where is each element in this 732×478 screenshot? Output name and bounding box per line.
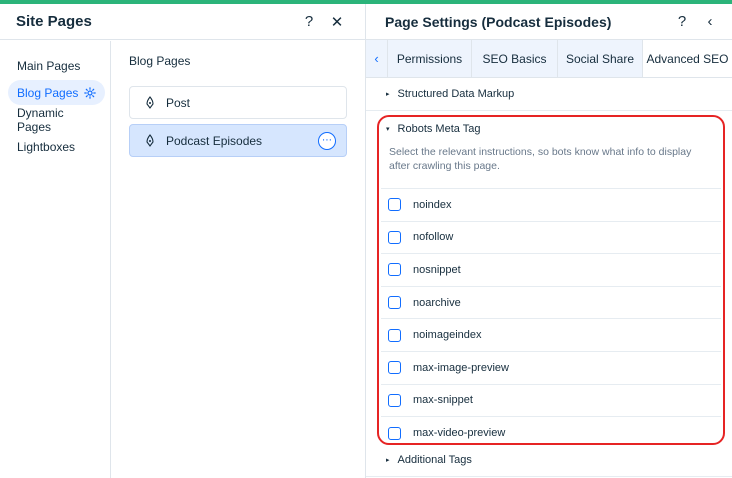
tab-seo-basics[interactable]: SEO Basics	[472, 40, 558, 77]
section-label: Additional Tags	[397, 454, 472, 466]
list-title: Blog Pages	[129, 54, 191, 68]
checkbox[interactable]	[388, 426, 401, 440]
checkbox-label: max-snippet	[413, 394, 473, 407]
checkbox-label: nofollow	[413, 231, 454, 244]
checkbox-row-max-image-preview[interactable]: max-image-preview	[381, 352, 721, 385]
checkbox-row-nofollow[interactable]: nofollow	[381, 222, 721, 255]
close-button[interactable]: ✕	[325, 10, 349, 34]
help-button[interactable]: ?	[670, 10, 694, 34]
checkbox-label: noindex	[413, 198, 452, 211]
page-row-podcast-episodes[interactable]: Podcast Episodes ⋯	[129, 124, 347, 157]
robots-description: Select the relevant instructions, so bot…	[381, 139, 721, 189]
more-actions-button[interactable]: ⋯	[318, 131, 336, 150]
checkbox-label: max-video-preview	[413, 427, 506, 440]
back-button[interactable]: ‹	[698, 10, 722, 34]
expand-arrow-icon: ▸	[386, 457, 390, 464]
checkbox[interactable]	[388, 198, 401, 212]
tab-advanced-seo[interactable]: Advanced SEO	[643, 40, 732, 77]
nav-item-label: Dynamic Pages	[17, 105, 64, 134]
site-pages-header: Site Pages ? ✕	[0, 4, 365, 40]
nav-item-label: Lightboxes	[17, 139, 76, 154]
checkbox[interactable]	[388, 263, 401, 277]
tab-social-share[interactable]: Social Share	[558, 40, 643, 77]
nav-item-label: Main Pages	[17, 58, 81, 73]
checkbox-row-noimageindex[interactable]: noimageindex	[381, 319, 721, 352]
checkbox-row-noarchive[interactable]: noarchive	[381, 287, 721, 320]
section-label: Robots Meta Tag	[397, 123, 481, 135]
tab-permissions[interactable]: Permissions	[388, 40, 472, 77]
checkbox-row-noindex[interactable]: noindex	[381, 189, 721, 222]
nav-item-blog-pages[interactable]: Blog Pages	[8, 80, 106, 105]
checkbox-label: noarchive	[413, 296, 461, 309]
checkbox-row-nosnippet[interactable]: nosnippet	[381, 254, 721, 287]
blog-pages-list: Blog Pages Post Podcast Episodes ⋯	[111, 41, 365, 478]
section-label: Structured Data Markup	[397, 88, 515, 100]
checkbox[interactable]	[388, 361, 401, 375]
nav-item-main-pages[interactable]: Main Pages	[8, 53, 89, 78]
gear-icon[interactable]	[84, 86, 97, 99]
help-button[interactable]: ?	[297, 10, 321, 34]
checkbox-label: noimageindex	[413, 329, 482, 342]
checkbox[interactable]	[388, 296, 401, 310]
pen-nib-icon	[146, 95, 154, 109]
checkbox-label: nosnippet	[413, 263, 461, 276]
checkbox-row-max-snippet[interactable]: max-snippet	[381, 385, 721, 418]
section-structured-data-markup[interactable]: ▸ Structured Data Markup	[366, 78, 732, 111]
page-row-post[interactable]: Post	[129, 86, 347, 119]
collapse-arrow-icon: ▾	[386, 126, 390, 133]
nav-item-lightboxes[interactable]: Lightboxes	[8, 134, 84, 159]
expand-arrow-icon: ▸	[386, 91, 390, 98]
page-label: Podcast Episodes	[166, 133, 263, 148]
site-pages-panel: Site Pages ? ✕ Main Pages Blog Pages Dyn…	[0, 4, 366, 478]
nav-item-label: Blog Pages	[17, 85, 79, 100]
section-additional-tags[interactable]: ▸ Additional Tags	[366, 444, 732, 477]
tabs-scroll-left-button[interactable]: ‹	[366, 40, 388, 77]
checkbox[interactable]	[388, 230, 401, 244]
page-label: Post	[166, 95, 191, 110]
page-type-nav: Main Pages Blog Pages Dynamic Pages Ligh…	[0, 41, 111, 478]
checkbox[interactable]	[388, 393, 401, 407]
page-settings-header: Page Settings (Podcast Episodes) ? ‹	[366, 4, 732, 40]
site-pages-title: Site Pages	[16, 13, 92, 30]
robots-meta-tag-header[interactable]: ▾ Robots Meta Tag	[379, 117, 723, 139]
settings-tabs: ‹ Permissions SEO Basics Social Share Ad…	[366, 40, 732, 78]
page-settings-panel: Page Settings (Podcast Episodes) ? ‹ ‹ P…	[366, 4, 732, 478]
pen-nib-icon	[146, 133, 154, 147]
robots-meta-tag-section: ▾ Robots Meta Tag Select the relevant in…	[377, 115, 725, 445]
checkbox-label: max-image-preview	[413, 361, 509, 374]
nav-item-dynamic-pages[interactable]: Dynamic Pages	[8, 105, 110, 134]
additional-tags-wrapper: ▸ Additional Tags	[366, 444, 732, 477]
page-settings-title: Page Settings (Podcast Episodes)	[385, 13, 612, 30]
checkbox[interactable]	[388, 328, 401, 342]
